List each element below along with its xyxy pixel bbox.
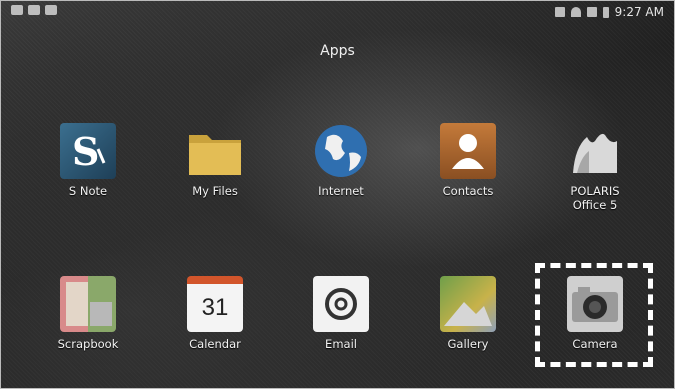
calendar-day: 31 — [201, 294, 229, 321]
app-internet[interactable]: Internet — [281, 123, 401, 198]
app-contacts[interactable]: Contacts — [408, 123, 528, 198]
globe-icon — [313, 123, 369, 179]
home-screen: 9:27 AM Apps S S Note My Files Internet … — [0, 0, 675, 389]
app-label: Internet — [318, 184, 364, 198]
calendar-icon: 31 — [187, 276, 243, 332]
app-label: POLARIS Office 5 — [570, 184, 620, 212]
app-scrapbook[interactable]: Scrapbook — [28, 276, 148, 351]
folder-icon — [187, 123, 243, 179]
contact-icon — [440, 123, 496, 179]
system-status: 9:27 AM — [554, 5, 664, 19]
app-label: Email — [325, 337, 357, 351]
wifi-icon — [570, 7, 581, 17]
polaris-icon — [567, 123, 623, 179]
signal-icon — [586, 7, 597, 17]
app-label: My Files — [192, 184, 238, 198]
app-label: Scrapbook — [57, 337, 119, 351]
s-note-icon: S — [60, 123, 116, 179]
app-s-note[interactable]: S S Note — [28, 123, 148, 198]
notification-icon — [28, 5, 40, 15]
status-time: 9:27 AM — [614, 5, 664, 19]
svg-text:S: S — [72, 129, 99, 173]
scrapbook-icon — [60, 276, 116, 332]
app-label: Calendar — [189, 337, 241, 351]
status-bar: 9:27 AM — [1, 1, 674, 25]
app-label: Contacts — [442, 184, 494, 198]
play-icon — [45, 5, 57, 15]
app-my-files[interactable]: My Files — [155, 123, 275, 198]
battery-icon — [602, 6, 609, 18]
notification-icons — [11, 5, 57, 15]
notification-icon — [11, 5, 23, 15]
app-email[interactable]: Email — [281, 276, 401, 351]
app-polaris-office[interactable]: POLARIS Office 5 — [535, 123, 655, 212]
email-icon — [313, 276, 369, 332]
camera-highlight-box — [535, 263, 653, 367]
bluetooth-icon — [554, 7, 565, 17]
gallery-icon — [440, 276, 496, 332]
app-gallery[interactable]: Gallery — [408, 276, 528, 351]
app-calendar[interactable]: 31 Calendar — [155, 276, 275, 351]
app-label: Gallery — [447, 337, 489, 351]
page-title: Apps — [320, 43, 355, 59]
app-label: S Note — [68, 184, 108, 198]
